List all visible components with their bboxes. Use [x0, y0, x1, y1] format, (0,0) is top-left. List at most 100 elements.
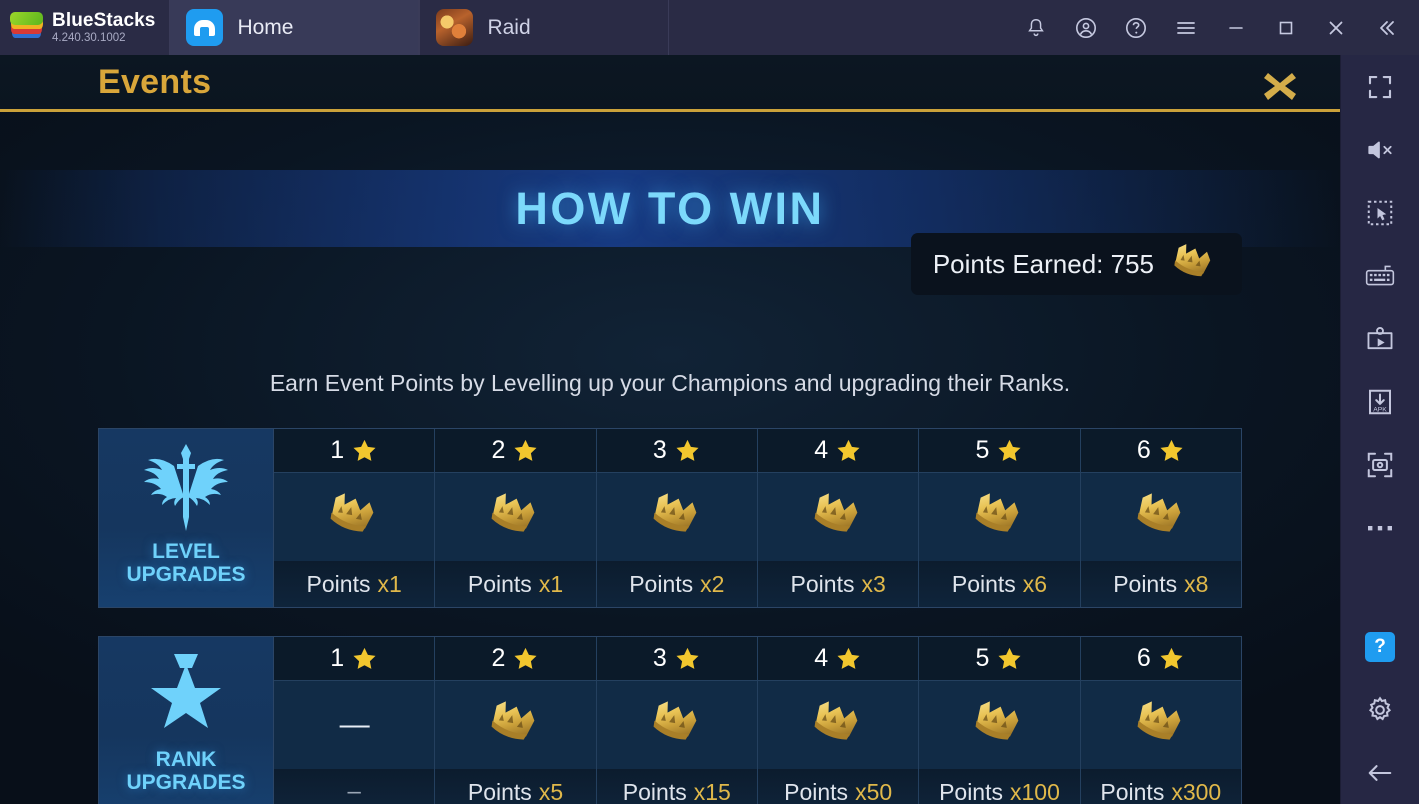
crown-icon: [968, 701, 1030, 749]
collapse-sidebar-button[interactable]: [1361, 0, 1411, 55]
bluestacks-window: BlueStacks 4.240.30.1002 Home Raid Event…: [0, 0, 1419, 804]
settings-gear-icon[interactable]: [1341, 678, 1419, 741]
macro-recorder-icon[interactable]: [1341, 307, 1419, 370]
game-viewport: Events HOW TO WIN Points Earned: 755 Ear…: [0, 55, 1340, 804]
rank-column-4[interactable]: 4 Points x50: [757, 637, 920, 804]
column-points: Points x1: [435, 561, 596, 607]
crown-icon: [1130, 493, 1192, 541]
column-reward: [919, 473, 1079, 561]
category-label-line1: RANK: [155, 748, 217, 771]
crown-icon: [1168, 244, 1220, 284]
mute-icon[interactable]: [1341, 118, 1419, 181]
points-multiplier: x50: [855, 778, 893, 804]
column-points: Points x2: [596, 561, 757, 607]
home-icon: [186, 9, 224, 46]
keyboard-controls-icon[interactable]: [1341, 244, 1419, 307]
events-header: Events: [0, 55, 1340, 112]
rank-column-5[interactable]: 5 Points x100: [919, 637, 1081, 804]
fullscreen-icon[interactable]: [1341, 55, 1419, 118]
star-icon: [1158, 645, 1185, 672]
level-column-6[interactable]: 6 Points x8: [1080, 429, 1241, 607]
points-label: Points: [1113, 570, 1178, 597]
help-icon[interactable]: [1111, 0, 1161, 55]
points-label: Points: [951, 570, 1016, 597]
column-reward: [758, 681, 918, 769]
level-upgrades-category: LEVEL UPGRADES: [99, 429, 274, 607]
column-points: Points x100: [919, 769, 1080, 804]
points-label: Points: [784, 778, 849, 804]
more-options-icon[interactable]: [1341, 496, 1419, 559]
points-earned-label: Points Earned: 755: [932, 248, 1154, 279]
star-count: 3: [652, 436, 667, 464]
column-points: Points x6: [919, 561, 1080, 607]
level-column-3[interactable]: 3 Points x2: [596, 429, 758, 607]
column-reward: [1081, 473, 1241, 561]
tab-raid[interactable]: Raid: [419, 0, 670, 55]
column-reward: [597, 681, 757, 769]
minimize-button[interactable]: [1211, 0, 1261, 55]
points-multiplier: x300: [1171, 778, 1222, 804]
help-badge-icon[interactable]: ?: [1341, 615, 1419, 678]
column-header: 6: [1080, 429, 1241, 473]
rank-column-6[interactable]: 6 Points x300: [1080, 637, 1241, 804]
close-button[interactable]: [1311, 0, 1361, 55]
rank-upgrades-table: RANK UPGRADES 1 — – 2 Points x5 3 Points…: [98, 636, 1242, 804]
crown-icon: [484, 493, 546, 541]
points-earned-badge: Points Earned: 755: [910, 233, 1242, 295]
multi-select-cursor-icon[interactable]: [1341, 181, 1419, 244]
account-icon[interactable]: [1061, 0, 1111, 55]
winged-sword-emblem-icon: [138, 429, 234, 541]
points-multiplier: x1: [538, 570, 564, 597]
column-header: 2: [435, 429, 596, 473]
rank-column-1[interactable]: 1 — –: [274, 637, 436, 804]
star-icon: [835, 437, 862, 464]
level-column-1[interactable]: 1 Points x1: [274, 429, 436, 607]
points-label: Points: [790, 570, 855, 597]
level-upgrades-table: LEVEL UPGRADES 1 Points x1 2 Points x1 3…: [98, 428, 1242, 608]
column-header: 4: [757, 429, 919, 473]
bluestacks-brand: BlueStacks 4.240.30.1002: [0, 0, 169, 55]
column-points: Points x50: [757, 769, 919, 804]
points-multiplier: x3: [861, 570, 886, 597]
window-controls: [1011, 0, 1419, 55]
column-reward: [758, 473, 918, 561]
star-count: 3: [652, 644, 667, 672]
column-points: Points x5: [435, 769, 596, 804]
rank-column-2[interactable]: 2 Points x5: [435, 637, 597, 804]
screenshot-icon[interactable]: [1341, 433, 1419, 496]
menu-icon[interactable]: [1161, 0, 1211, 55]
brand-name: BlueStacks: [52, 9, 156, 31]
maximize-button[interactable]: [1261, 0, 1311, 55]
star-count: 5: [975, 436, 990, 464]
star-icon: [996, 645, 1023, 672]
column-points-empty: –: [274, 769, 435, 804]
rank-column-3[interactable]: 3 Points x15: [596, 637, 758, 804]
level-column-4[interactable]: 4 Points x3: [757, 429, 920, 607]
install-apk-icon[interactable]: APK: [1341, 370, 1419, 433]
star-count: 1: [330, 436, 345, 464]
level-column-5[interactable]: 5 Points x6: [919, 429, 1081, 607]
events-description: Earn Event Points by Levelling up your C…: [269, 370, 1071, 396]
points-multiplier: x15: [693, 778, 731, 804]
column-header: 3: [596, 637, 757, 681]
help-badge-label: ?: [1365, 631, 1395, 662]
points-label: Points: [1100, 778, 1165, 804]
points-label: Points: [306, 570, 371, 597]
notifications-icon[interactable]: [1011, 0, 1061, 55]
banner-title: HOW TO WIN: [515, 182, 825, 234]
tab-home[interactable]: Home: [169, 0, 420, 55]
column-points: Points x300: [1080, 769, 1241, 804]
points-multiplier: x5: [538, 778, 564, 804]
page-title: Events: [98, 63, 212, 101]
star-icon: [674, 437, 701, 464]
column-header: 3: [596, 429, 757, 473]
tab-strip: Home Raid: [169, 0, 670, 55]
star-icon: [351, 645, 378, 672]
back-arrow-icon[interactable]: [1341, 741, 1419, 804]
level-column-2[interactable]: 2 Points x1: [435, 429, 597, 607]
column-points: Points x3: [757, 561, 919, 607]
points-label: Points: [467, 778, 532, 804]
star-count: 2: [491, 436, 506, 464]
close-events-button[interactable]: [1260, 67, 1300, 105]
points-multiplier: x2: [700, 570, 725, 597]
